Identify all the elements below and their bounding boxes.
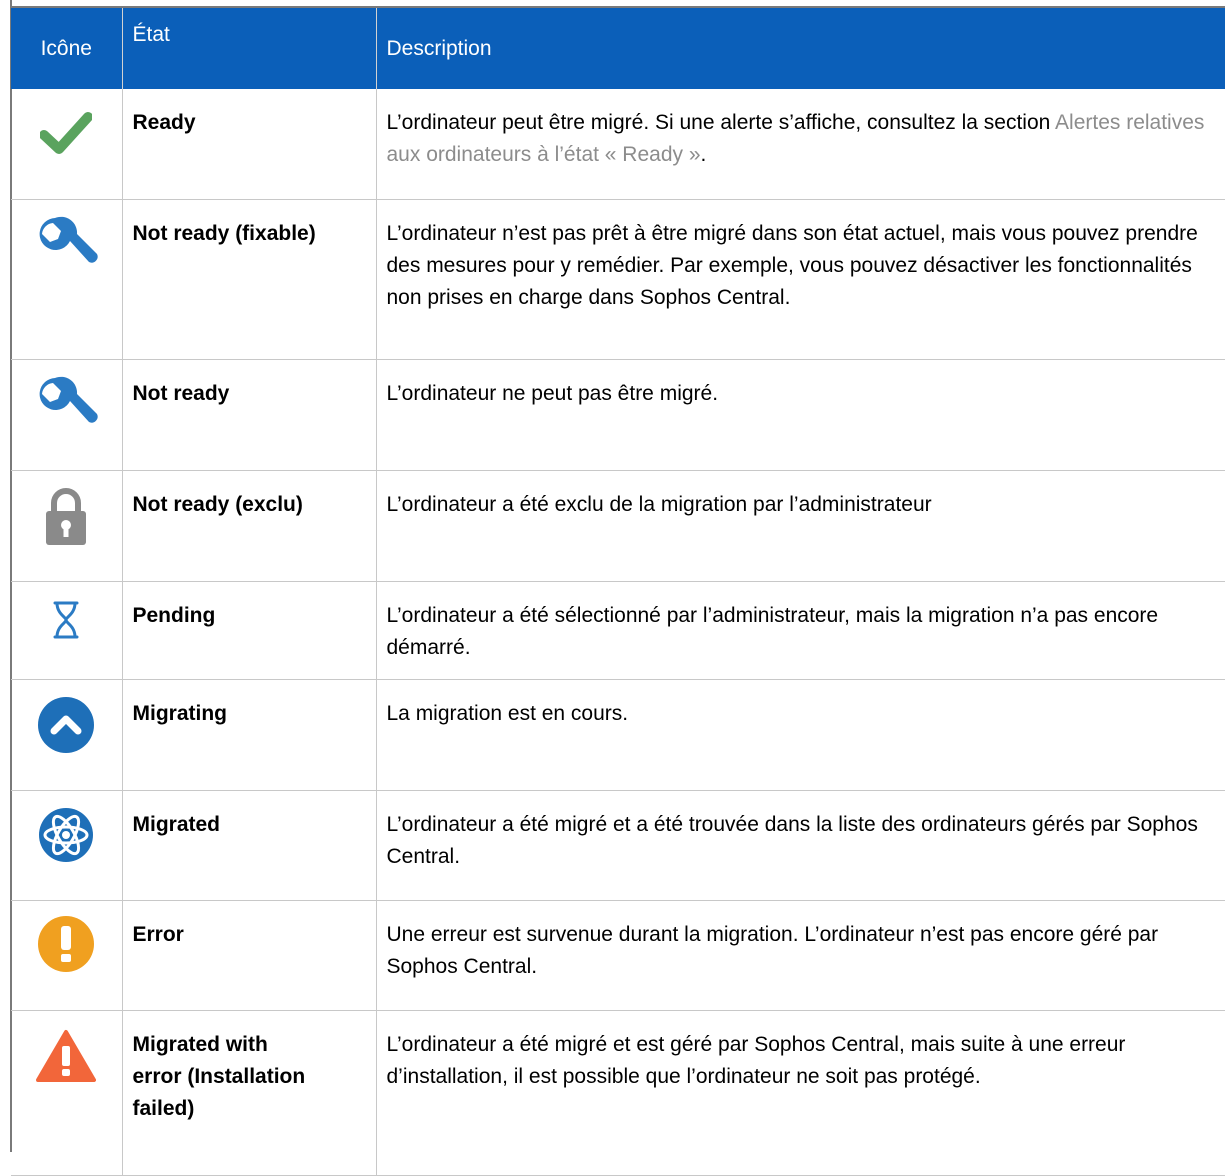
state-label: Error xyxy=(122,900,377,1011)
description-text-end: . xyxy=(700,143,707,166)
state-label: Migrating xyxy=(122,679,377,791)
chevron-up-circle-icon xyxy=(37,696,95,764)
status-table-frame: Icône État Description Ready L’ordinateu… xyxy=(0,0,1225,1176)
state-label: Not ready xyxy=(122,359,377,471)
description-text: L’ordinateur a été migré et a été trouvé… xyxy=(376,790,1225,901)
lock-icon xyxy=(44,487,88,557)
table-row: Pending L’ordinateur a été sélectionné p… xyxy=(11,581,1225,680)
description-text: La migration est en cours. xyxy=(376,679,1225,791)
state-label: Pending xyxy=(122,581,377,680)
header-description: Description xyxy=(376,8,1225,89)
table-row: Not ready L’ordinateur ne peut pas être … xyxy=(11,359,1225,471)
migration-status-table: Icône État Description Ready L’ordinateu… xyxy=(11,8,1225,1176)
table-row: Migrating La migration est en cours. xyxy=(11,679,1225,791)
description-text: L’ordinateur a été migré et est géré par… xyxy=(376,1010,1225,1176)
description-text: L’ordinateur ne peut pas être migré. xyxy=(376,359,1225,471)
description-text-start: L’ordinateur peut être migré. Si une ale… xyxy=(386,111,1056,134)
check-icon xyxy=(39,111,94,165)
header-icon: Icône xyxy=(11,8,123,89)
state-label: Ready xyxy=(122,89,377,200)
table-row: Ready L’ordinateur peut être migré. Si u… xyxy=(11,89,1225,200)
state-label: Not ready (fixable) xyxy=(122,199,377,360)
table-header-row: Icône État Description xyxy=(11,8,1225,89)
state-label: Not ready (exclu) xyxy=(122,470,377,582)
hourglass-icon xyxy=(51,600,81,650)
table-row: Migrated with error (Installation failed… xyxy=(11,1010,1225,1176)
wrench-icon xyxy=(31,212,101,292)
wrench-icon xyxy=(31,372,101,452)
header-state: État xyxy=(122,8,377,89)
table-row: Not ready (fixable) L’ordinateur n’est p… xyxy=(11,199,1225,360)
description-text: L’ordinateur a été sélectionné par l’adm… xyxy=(376,581,1225,680)
state-label: Migrated xyxy=(122,790,377,901)
description-text: L’ordinateur peut être migré. Si une ale… xyxy=(376,89,1225,200)
description-text: L’ordinateur n’est pas prêt à être migré… xyxy=(376,199,1225,360)
atom-icon xyxy=(38,807,94,873)
table-row: Not ready (exclu) L’ordinateur a été exc… xyxy=(11,470,1225,582)
table-row: Migrated L’ordinateur a été migré et a é… xyxy=(11,790,1225,901)
table-row: Error Une erreur est survenue durant la … xyxy=(11,900,1225,1011)
description-text: Une erreur est survenue durant la migrat… xyxy=(376,900,1225,1011)
exclamation-circle-icon xyxy=(37,915,95,983)
warning-triangle-icon xyxy=(36,1029,97,1093)
state-label: Migrated with error (Installation failed… xyxy=(122,1010,377,1176)
description-text: L’ordinateur a été exclu de la migration… xyxy=(376,470,1225,582)
